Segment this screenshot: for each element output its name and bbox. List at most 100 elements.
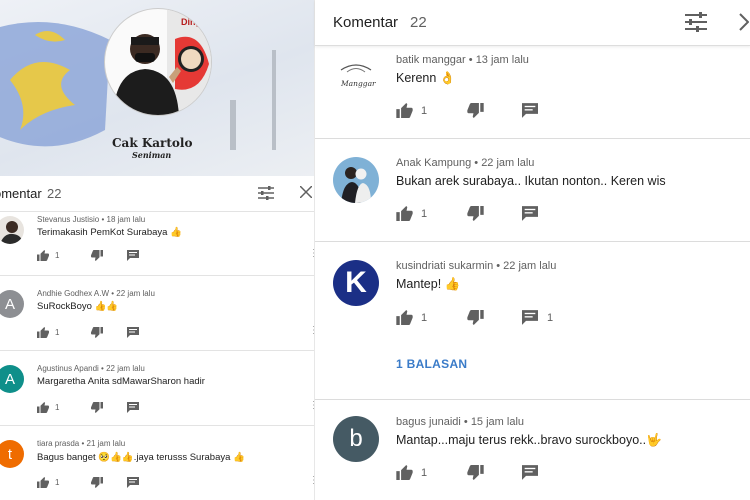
comment-time: 21 jam lalu — [86, 439, 126, 448]
video-person-role: Seniman — [132, 150, 172, 160]
like-count: 1 — [55, 478, 60, 487]
page: Ding Cak Kartolo Seniman omentar 22 Stev… — [0, 0, 750, 500]
thumbs-down-icon[interactable] — [467, 310, 484, 325]
reply-comment-icon[interactable] — [127, 327, 139, 338]
comment-author[interactable]: tiara prasda — [37, 439, 79, 448]
avatar-letter: b — [349, 425, 363, 452]
reply-comment-icon[interactable] — [127, 250, 139, 261]
reply-comment-icon[interactable] — [522, 206, 538, 221]
reply-comment-icon[interactable] — [522, 310, 538, 325]
reply-comment-icon[interactable] — [127, 477, 139, 488]
like-count: 1 — [55, 328, 60, 337]
tower-silhouette — [230, 100, 236, 150]
avatar[interactable]: Manggar — [333, 52, 379, 98]
avatar[interactable]: K — [333, 260, 379, 306]
right-screenshot-panel: Komentar 22 Manggar batik manggar • 13 j… — [314, 0, 750, 500]
comment-author[interactable]: Andhie Godhex A.W — [37, 289, 109, 298]
left-screenshot-panel: Ding Cak Kartolo Seniman omentar 22 Stev… — [0, 0, 316, 500]
like-count: 1 — [421, 311, 428, 324]
avatar[interactable]: A — [0, 290, 24, 318]
comment-text: Mantep! 👍 — [396, 277, 461, 291]
comments-title: Komentar — [333, 14, 399, 31]
comment-author[interactable]: Agustinus Apandi — [37, 364, 99, 373]
like-count: 1 — [55, 403, 60, 412]
video-player[interactable]: Ding Cak Kartolo Seniman — [0, 0, 316, 176]
like-count: 1 — [55, 251, 60, 260]
thumbs-down-icon[interactable] — [91, 250, 103, 261]
thumbs-down-icon[interactable] — [91, 477, 103, 488]
comment-time: 22 jam lalu — [503, 260, 557, 272]
left-comment-item: A Agustinus Apandi • 22 jam lalu Margare… — [0, 351, 316, 426]
thumbs-down-icon[interactable] — [467, 465, 484, 480]
like-count: 1 — [421, 466, 428, 479]
tower-silhouette — [272, 50, 276, 150]
comment-item: Anak Kampung • 22 jam lalu Bukan arek su… — [315, 139, 750, 242]
thumbs-up-icon[interactable] — [37, 250, 49, 261]
comment-meta: Stevanus Justisio • 18 jam lalu — [37, 215, 145, 224]
comment-author[interactable]: Anak Kampung — [396, 157, 471, 169]
comment-meta: bagus junaidi • 15 jam lalu — [396, 416, 524, 428]
comment-time: 22 jam lalu — [116, 289, 155, 298]
thumbs-up-icon[interactable] — [37, 477, 49, 488]
comment-item: Manggar batik manggar • 13 jam lalu Kere… — [315, 46, 750, 139]
comment-time: 13 jam lalu — [475, 54, 529, 66]
thumbs-down-icon[interactable] — [467, 206, 484, 221]
comment-meta: Andhie Godhex A.W • 22 jam lalu — [37, 289, 155, 298]
avatar-letter: A — [4, 370, 15, 388]
meta-separator: • — [465, 54, 476, 66]
reply-comment-icon[interactable] — [522, 103, 538, 118]
thumbs-up-icon[interactable] — [37, 327, 49, 338]
thumbs-up-icon[interactable] — [396, 103, 413, 118]
thumbs-down-icon[interactable] — [467, 103, 484, 118]
close-icon[interactable] — [300, 186, 312, 198]
comment-meta: Anak Kampung • 22 jam lalu — [396, 157, 534, 169]
meta-separator: • — [493, 260, 504, 272]
comment-actions: 1 — [37, 402, 139, 413]
sign-text: Ding — [181, 17, 201, 27]
avatar[interactable]: b — [333, 416, 379, 462]
comment-actions: 1 — [37, 477, 139, 488]
chevron-right-icon[interactable] — [739, 13, 749, 31]
thumbs-up-icon[interactable] — [396, 465, 413, 480]
thumbs-up-icon[interactable] — [37, 402, 49, 413]
avatar-letter: K — [345, 266, 367, 299]
comment-actions: 1 — [37, 327, 139, 338]
avatar-letter: t — [7, 445, 13, 463]
comment-author[interactable]: kusindriati sukarmin — [396, 260, 493, 272]
sort-filter-icon[interactable] — [685, 12, 707, 32]
comment-text: SuRockBoyo 👍👍 — [37, 301, 119, 312]
avatar[interactable]: t — [0, 440, 24, 468]
left-comments-count: 22 — [47, 186, 62, 201]
comment-author[interactable]: batik manggar — [396, 54, 466, 66]
comment-time: 18 jam lalu — [106, 215, 146, 224]
avatar[interactable] — [333, 157, 379, 203]
meta-separator: • — [98, 364, 107, 373]
avatar-letter: A — [4, 295, 15, 313]
left-comments-header: omentar 22 — [0, 176, 316, 212]
comment-author[interactable]: Stevanus Justisio — [37, 215, 99, 224]
meta-separator: • — [471, 157, 482, 169]
reply-comment-icon[interactable] — [127, 402, 139, 413]
reply-comment-icon[interactable] — [522, 465, 538, 480]
view-replies-link[interactable]: 1 BALASAN — [396, 357, 467, 371]
comment-time: 22 jam lalu — [481, 157, 535, 169]
avatar[interactable] — [0, 216, 24, 244]
right-comments-header: Komentar 22 — [315, 0, 750, 46]
left-comment-item: Stevanus Justisio • 18 jam lalu Terimaka… — [0, 212, 316, 276]
comments-count: 22 — [410, 14, 427, 31]
meta-separator: • — [99, 215, 107, 224]
thumbs-up-icon[interactable] — [396, 206, 413, 221]
like-count: 1 — [421, 104, 428, 117]
thumbs-down-icon[interactable] — [91, 327, 103, 338]
left-comments-title: omentar — [0, 186, 42, 201]
thumbs-up-icon[interactable] — [396, 310, 413, 325]
left-comment-item: A Andhie Godhex A.W • 22 jam lalu SuRock… — [0, 276, 316, 351]
thumbs-down-icon[interactable] — [91, 402, 103, 413]
sort-filter-icon[interactable] — [258, 186, 274, 200]
left-comment-item: t tiara prasda • 21 jam lalu Bagus bange… — [0, 426, 316, 500]
couple-photo-icon — [341, 167, 371, 203]
comment-author[interactable]: bagus junaidi — [396, 416, 461, 428]
comment-text: Kerenn 👌 — [396, 71, 456, 85]
meta-separator: • — [79, 439, 87, 448]
avatar[interactable]: A — [0, 365, 24, 393]
